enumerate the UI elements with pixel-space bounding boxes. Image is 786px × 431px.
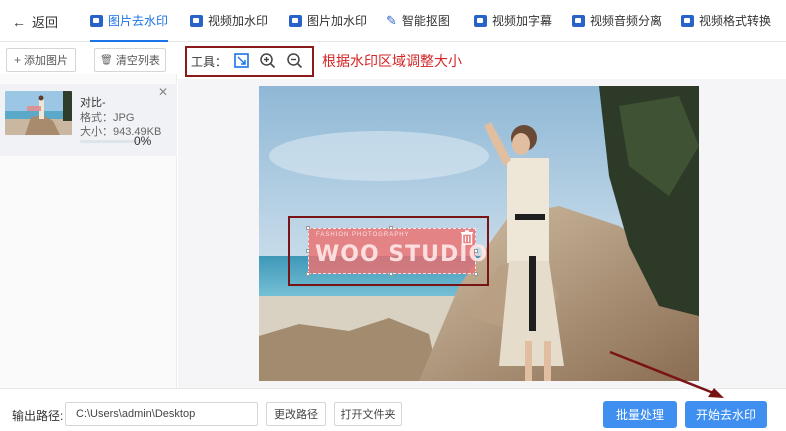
clear-list-button[interactable]: 🗑 清空列表: [94, 48, 166, 72]
resize-handle-bottom-right[interactable]: [474, 272, 478, 276]
delete-selection-icon[interactable]: [460, 230, 474, 245]
magic-wand-icon: ✎: [386, 12, 397, 28]
top-nav: ← 返回 图片去水印 视频加水印 图片加水印 ✎ 智能抠图 视频加字幕 视频音频…: [0, 0, 786, 42]
tools-label: 工具：: [191, 55, 228, 69]
resize-handle-right[interactable]: [474, 249, 478, 253]
resize-handle-top[interactable]: [389, 226, 393, 230]
video-icon: [474, 14, 487, 27]
tab-video-add-watermark[interactable]: 视频加水印: [190, 12, 268, 29]
resize-handle-left[interactable]: [306, 249, 310, 253]
tab-label: 视频加水印: [208, 14, 269, 28]
tab-video-audio-split[interactable]: 视频音频分离: [572, 12, 662, 29]
add-image-button[interactable]: + 添加图片: [6, 48, 76, 72]
tab-image-remove-watermark[interactable]: 图片去水印: [90, 12, 168, 29]
remove-file-icon[interactable]: ✕: [158, 85, 168, 99]
start-remove-watermark-button[interactable]: 开始去水印: [685, 401, 767, 428]
tab-video-format-convert[interactable]: 视频格式转换: [681, 12, 771, 29]
resize-handle-bottom-left[interactable]: [306, 272, 310, 276]
active-tab-indicator: [90, 40, 168, 42]
plus-icon: +: [13, 53, 21, 67]
video-icon: [190, 14, 203, 27]
tab-label: 视频加字幕: [492, 14, 553, 28]
output-path-label: 输出路径:: [12, 409, 64, 423]
tab-label: 智能抠图: [401, 14, 450, 28]
batch-process-button[interactable]: 批量处理: [603, 401, 677, 428]
zoom-out-icon[interactable]: [286, 52, 303, 69]
output-path-field[interactable]: C:\Users\admin\Desktop: [65, 402, 258, 426]
annotation-text: 根据水印区域调整大小: [322, 53, 462, 69]
back-button[interactable]: ← 返回: [12, 12, 58, 31]
tab-label: 图片去水印: [108, 14, 169, 28]
change-path-button[interactable]: 更改路径: [266, 402, 326, 426]
tab-video-subtitles[interactable]: 视频加字幕: [474, 12, 552, 29]
watermark-text: WOO STUDIO: [315, 242, 489, 267]
back-label: 返回: [32, 15, 59, 30]
image-icon: [289, 14, 302, 27]
tab-label: 图片加水印: [307, 14, 368, 28]
watermark-subtext: FASHION PHOTOGRAPHY: [316, 232, 410, 238]
tab-image-add-watermark[interactable]: 图片加水印: [289, 12, 367, 29]
open-folder-button[interactable]: 打开文件夹: [334, 402, 402, 426]
image-icon: [90, 14, 103, 27]
tab-smart-cutout[interactable]: ✎ 智能抠图: [386, 12, 450, 29]
zoom-in-icon[interactable]: [259, 52, 276, 69]
select-area-icon[interactable]: [233, 52, 250, 69]
add-image-label: 添加图片: [24, 55, 68, 67]
file-progress-percent: 0%: [134, 134, 152, 148]
trash-icon: 🗑: [100, 54, 113, 66]
file-convert-icon: [681, 14, 694, 27]
file-thumbnail: [5, 91, 72, 135]
resize-handle-bottom[interactable]: [389, 272, 393, 276]
back-arrow-icon: ←: [12, 13, 26, 30]
file-name: 对比-: [80, 97, 106, 109]
clear-list-label: 清空列表: [115, 55, 160, 67]
video-icon: [572, 14, 585, 27]
tab-label: 视频音频分离: [590, 14, 663, 28]
tab-label: 视频格式转换: [699, 14, 772, 28]
resize-handle-top-left[interactable]: [306, 226, 310, 230]
